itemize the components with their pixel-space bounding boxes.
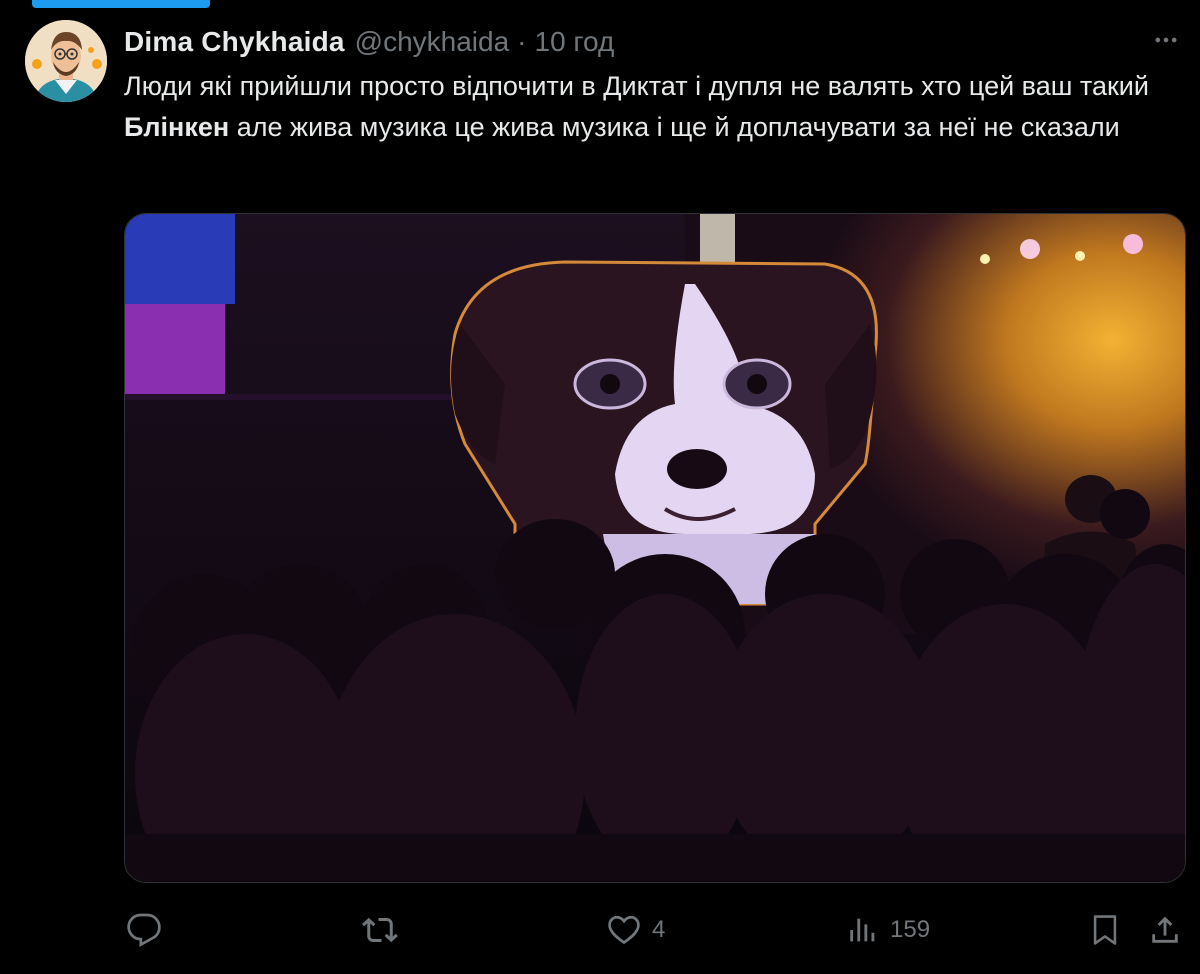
bookmark-icon	[1088, 912, 1122, 948]
tweet-text: Люди які прийшли просто відпочити в Дикт…	[124, 66, 1174, 148]
separator: ·	[517, 26, 527, 57]
author-handle[interactable]: @chykhaida	[355, 26, 510, 58]
tweet-text-part1: Люди які прийшли просто відпочити в Дикт…	[124, 71, 1149, 101]
views-button[interactable]: 159	[846, 905, 930, 955]
like-count: 4	[652, 916, 666, 943]
retweet-icon	[361, 912, 399, 948]
views-count: 159	[890, 916, 931, 943]
heart-icon	[606, 912, 642, 948]
reply-icon	[126, 912, 162, 948]
share-icon	[1148, 912, 1182, 948]
scroll-progress-bar	[32, 0, 210, 8]
share-button[interactable]	[1148, 905, 1182, 955]
more-button[interactable]	[1148, 24, 1184, 60]
more-icon	[1152, 26, 1180, 59]
timestamp[interactable]: 10 год	[535, 26, 615, 58]
like-button[interactable]: 4	[606, 905, 665, 955]
tweet-text-bold[interactable]: Блінкен	[124, 112, 229, 142]
reply-button[interactable]	[126, 905, 172, 955]
tweet-text-part2: але жива музика це жива музика і ще й до…	[229, 112, 1120, 142]
tweet-header: Dima Chykhaida @chykhaida · 10 год	[124, 24, 614, 60]
tweet-photo[interactable]	[124, 213, 1186, 883]
author-name[interactable]: Dima Chykhaida	[124, 26, 345, 58]
tweet-actions: 4 159	[0, 905, 1200, 955]
retweet-button[interactable]	[361, 905, 409, 955]
views-icon	[846, 912, 880, 948]
avatar[interactable]	[25, 20, 107, 102]
bookmark-button[interactable]	[1088, 905, 1122, 955]
